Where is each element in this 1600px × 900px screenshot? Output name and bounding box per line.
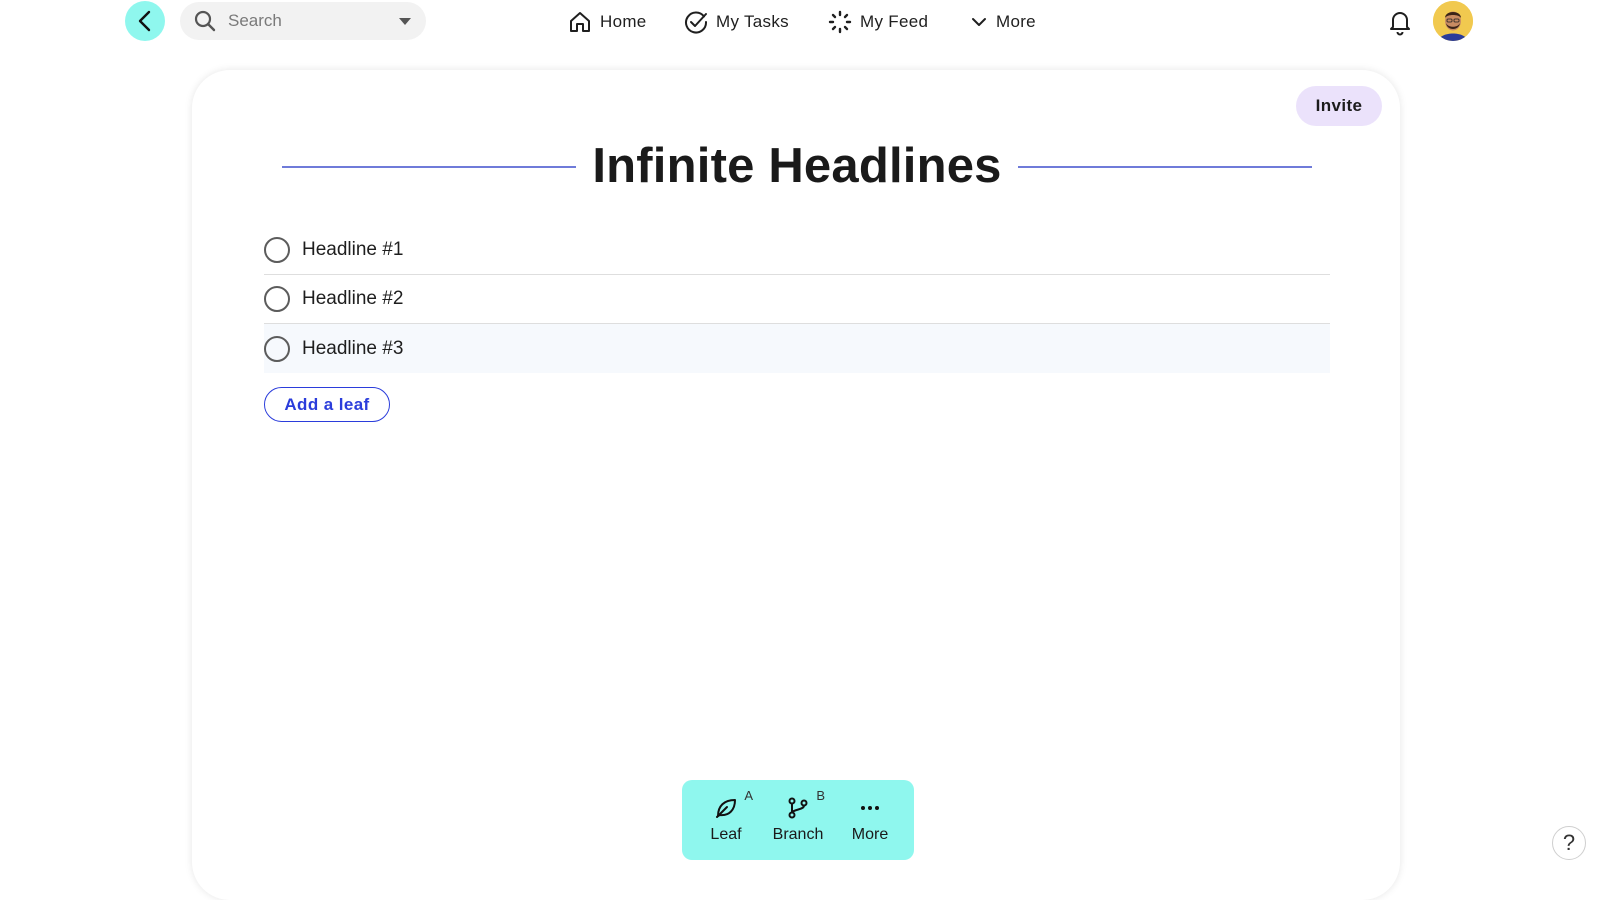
list-item-label[interactable]: Headline #1 bbox=[302, 239, 403, 261]
creation-toolbar: Leaf A Branch B More bbox=[682, 780, 914, 860]
top-navigation-bar: Search Home My Tasks My Feed More bbox=[0, 0, 1600, 44]
search-field[interactable]: Search bbox=[180, 2, 426, 40]
nav-more[interactable]: More bbox=[970, 8, 1036, 36]
home-icon bbox=[570, 12, 590, 32]
add-leaf-button[interactable]: Add a leaf bbox=[264, 387, 390, 422]
nav-home[interactable]: Home bbox=[568, 8, 647, 36]
notifications-button[interactable] bbox=[1387, 8, 1413, 36]
caret-down-icon[interactable] bbox=[398, 16, 412, 26]
list-item-label[interactable]: Headline #2 bbox=[302, 288, 403, 310]
chevron-down-icon bbox=[972, 18, 986, 26]
headline-list: Headline #1 Headline #2 Headline #3 bbox=[264, 226, 1330, 373]
complete-checkbox[interactable] bbox=[264, 335, 290, 362]
title-row: Infinite Headlines bbox=[282, 132, 1312, 202]
user-avatar[interactable] bbox=[1433, 1, 1473, 41]
nav-my-tasks[interactable]: My Tasks bbox=[684, 8, 789, 36]
help-button[interactable]: ? bbox=[1552, 826, 1586, 860]
page-title[interactable]: Infinite Headlines bbox=[282, 138, 1312, 194]
nav-my-feed-label: My Feed bbox=[860, 12, 929, 31]
search-icon bbox=[194, 10, 216, 32]
list-item[interactable]: Headline #1 bbox=[264, 226, 1330, 275]
sparkle-icon bbox=[828, 10, 852, 34]
list-item[interactable]: Headline #3 bbox=[264, 324, 1330, 373]
invite-button[interactable]: Invite bbox=[1296, 86, 1382, 126]
more-tools-button[interactable]: More bbox=[835, 780, 905, 860]
list-item[interactable]: Headline #2 bbox=[264, 275, 1330, 324]
add-leaf-tool[interactable]: Leaf A bbox=[691, 780, 761, 860]
shortcut-hint: A bbox=[744, 788, 753, 803]
check-circle-icon bbox=[685, 11, 708, 34]
nav-my-feed[interactable]: My Feed bbox=[828, 8, 928, 36]
tool-label: Branch bbox=[772, 826, 824, 843]
shortcut-hint: B bbox=[816, 788, 825, 803]
search-placeholder: Search bbox=[228, 11, 282, 30]
leaf-icon bbox=[716, 799, 736, 818]
add-branch-tool[interactable]: Branch B bbox=[763, 780, 833, 860]
complete-checkbox[interactable] bbox=[264, 286, 290, 312]
complete-checkbox[interactable] bbox=[264, 237, 290, 263]
document-card: Invite Infinite Headlines Headline #1 He… bbox=[192, 70, 1400, 900]
nav-home-label: Home bbox=[600, 12, 647, 31]
chevron-left-icon bbox=[138, 10, 151, 32]
back-button[interactable] bbox=[125, 1, 165, 41]
tool-label: Leaf bbox=[710, 826, 742, 843]
avatar-icon bbox=[1433, 1, 1473, 41]
tool-label: More bbox=[851, 826, 889, 843]
nav-my-tasks-label: My Tasks bbox=[716, 12, 789, 31]
branch-icon bbox=[788, 797, 808, 819]
list-item-label[interactable]: Headline #3 bbox=[302, 338, 403, 360]
bell-icon bbox=[1390, 12, 1410, 36]
nav-more-label: More bbox=[996, 12, 1036, 31]
more-dots-icon bbox=[861, 806, 879, 810]
